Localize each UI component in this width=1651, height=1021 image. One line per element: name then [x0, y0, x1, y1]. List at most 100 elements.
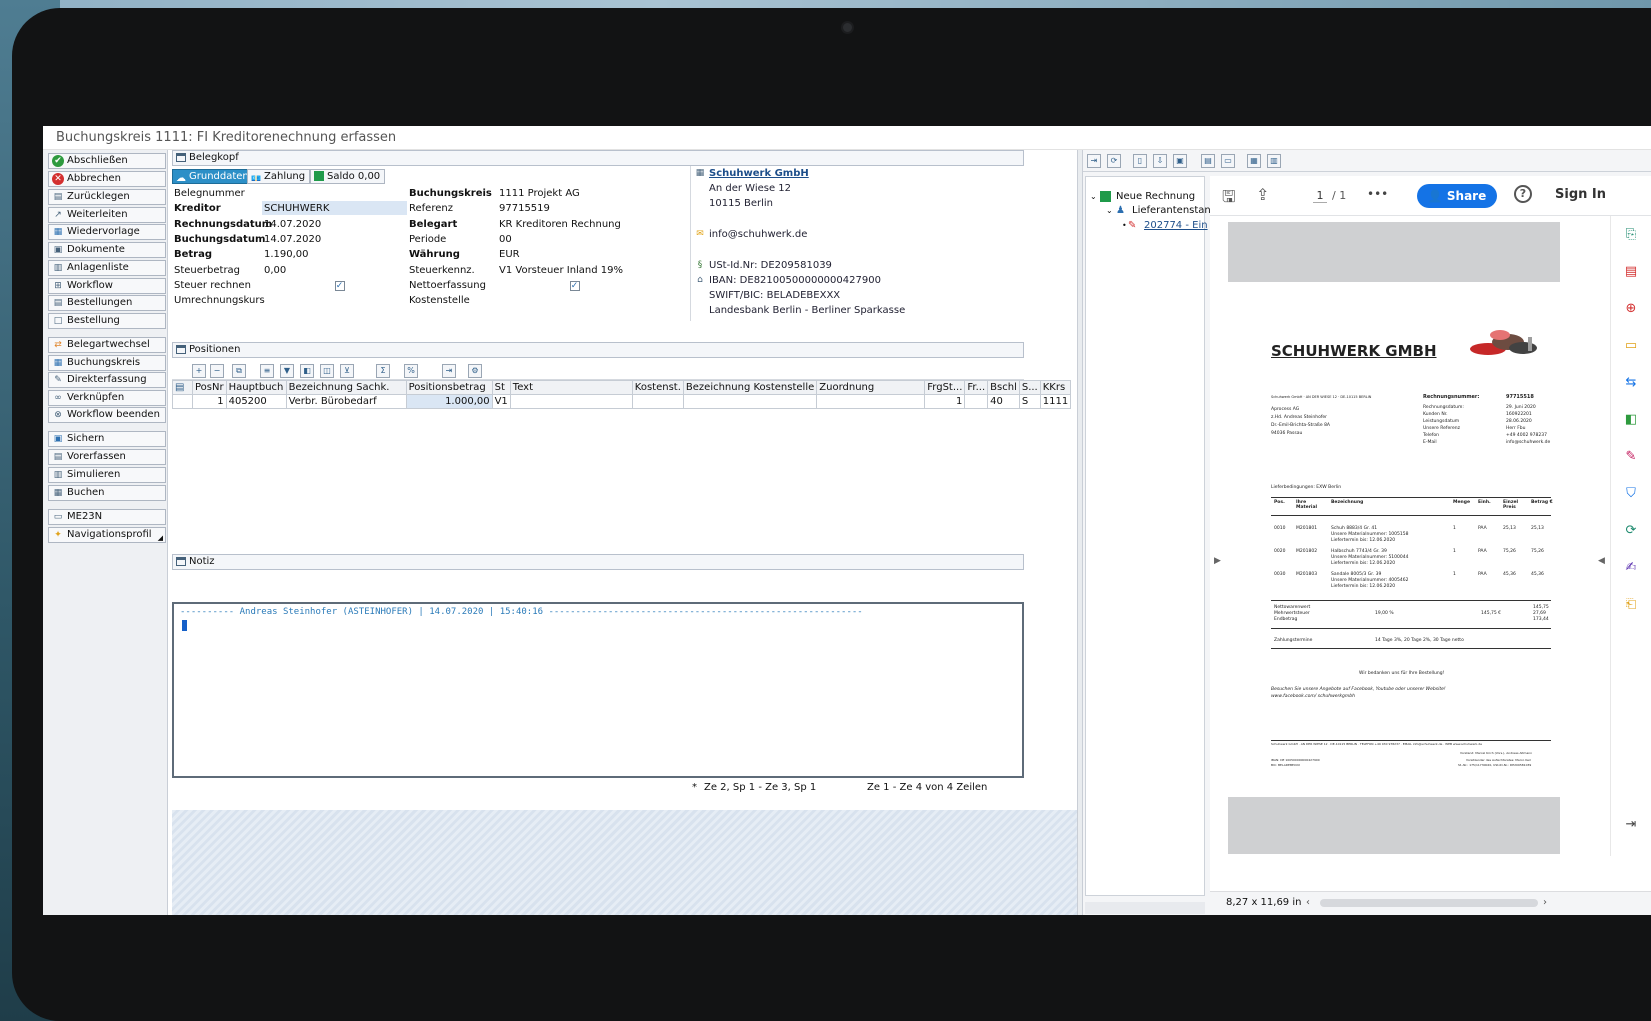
buchungskreis-button[interactable]: ▦ Buchungskreis: [48, 355, 166, 371]
me23n-button[interactable]: ▭ ME23N: [48, 509, 166, 525]
column-header[interactable]: PosNr: [192, 380, 227, 395]
organize-pages-icon[interactable]: ▤: [1622, 263, 1640, 281]
bestellung-button[interactable]: □ Bestellung: [48, 313, 166, 329]
copy-row-icon[interactable]: ⧉: [232, 364, 246, 378]
settings-icon[interactable]: ⚙: [468, 364, 482, 378]
page-number-input[interactable]: 1: [1313, 189, 1327, 203]
vendor-email[interactable]: info@schuhwerk.de: [709, 229, 807, 240]
field-value[interactable]: SCHUHWERK: [262, 201, 407, 216]
more-icon[interactable]: •••: [1367, 187, 1388, 201]
dokumente-button[interactable]: ▣ Dokumente: [48, 242, 166, 258]
zurücklegen-button[interactable]: ▤ Zurücklegen: [48, 189, 166, 205]
field-value[interactable]: EUR: [497, 247, 642, 261]
tab-zahlung[interactable]: 💶 Zahlung: [247, 169, 311, 184]
column-header[interactable]: Zuordnung: [816, 380, 926, 395]
expand-left-icon[interactable]: ▶: [1214, 556, 1221, 566]
table-cell[interactable]: [509, 394, 633, 409]
sign-in-link[interactable]: Sign In: [1555, 187, 1606, 202]
table-cell[interactable]: 1111: [1039, 394, 1072, 409]
bestellungen-button[interactable]: ▤ Bestellungen: [48, 295, 166, 311]
horizontal-scrollbar[interactable]: [1320, 899, 1538, 907]
positionen-header[interactable]: Positionen: [172, 342, 1024, 358]
scroll-right-icon[interactable]: ›: [1543, 892, 1547, 914]
column-header[interactable]: Hauptbuch: [225, 380, 287, 395]
filter-icon[interactable]: ⊻: [340, 364, 354, 378]
download-icon[interactable]: ⇩: [1153, 154, 1167, 168]
tab-grunddaten[interactable]: ☁ Grunddaten: [172, 169, 254, 184]
comment-icon[interactable]: ▭: [1622, 337, 1640, 355]
column-header[interactable]: S...: [1018, 380, 1041, 395]
table-cell[interactable]: S: [1018, 394, 1041, 409]
filter-list-icon[interactable]: ▼: [280, 364, 294, 378]
collapse-icon[interactable]: ⌄: [1106, 205, 1113, 217]
save-icon[interactable]: ▣: [1173, 154, 1187, 168]
field-value[interactable]: 1111 Projekt AG: [497, 186, 642, 200]
window-icon[interactable]: ▭: [1221, 154, 1235, 168]
column-header[interactable]: Positionsbetrag: [405, 380, 493, 395]
verknüpfen-button[interactable]: ∞ Verknüpfen: [48, 390, 166, 406]
wiedervorlage-button[interactable]: ▦ Wiedervorlage: [48, 224, 166, 240]
field-value[interactable]: [262, 186, 407, 200]
grid-icon[interactable]: ▥: [1267, 154, 1281, 168]
table-cell[interactable]: [682, 394, 818, 409]
collapse-icon[interactable]: ⌄: [1090, 191, 1097, 203]
edit-pdf-icon[interactable]: ◧: [1622, 411, 1640, 429]
add-row-icon[interactable]: +: [192, 364, 206, 378]
checkbox[interactable]: ✓: [334, 280, 345, 291]
scroll-left-icon[interactable]: ‹: [1306, 892, 1310, 914]
expand-right-icon[interactable]: ◀: [1598, 556, 1605, 566]
notiz-textarea[interactable]: ---------- Andreas Steinhofer (ASTEINHOF…: [172, 602, 1024, 778]
tree-file[interactable]: 202774 - Ein: [1144, 220, 1208, 232]
tree-root[interactable]: Neue Rechnung: [1116, 191, 1195, 203]
share-button[interactable]: 👤 Share: [1417, 184, 1497, 208]
anlagenliste-button[interactable]: ▥ Anlagenliste: [48, 260, 166, 276]
column-header[interactable]: Bezeichnung Sachk.: [285, 380, 407, 395]
buchen-button[interactable]: ▦ Buchen: [48, 485, 166, 501]
workflow-beenden-button[interactable]: ⊗ Workflow beenden: [48, 407, 166, 423]
abbrechen-button[interactable]: ✕ Abbrechen: [48, 171, 166, 187]
column-header[interactable]: Kostenst.: [631, 380, 684, 395]
field-value[interactable]: 14.07.2020: [262, 217, 407, 231]
weiterleiten-button[interactable]: ↗ Weiterleiten: [48, 207, 166, 223]
column-header[interactable]: St: [491, 380, 511, 395]
find-icon[interactable]: ◫: [320, 364, 334, 378]
export-icon[interactable]: ⇥: [442, 364, 456, 378]
field-value[interactable]: 14.07.2020: [262, 232, 407, 246]
checkbox[interactable]: ✓: [569, 280, 580, 291]
archive-icon[interactable]: ▤: [1201, 154, 1215, 168]
field-value[interactable]: V1 Vorsteuer Inland 19%: [497, 263, 642, 277]
create-pdf-icon[interactable]: ⎘: [1622, 226, 1640, 244]
field-value[interactable]: 00: [497, 232, 642, 246]
column-header[interactable]: Text: [509, 380, 633, 395]
column-header[interactable]: Bschl: [987, 380, 1020, 395]
belegkopf-header[interactable]: Belegkopf: [172, 150, 1024, 166]
field-value[interactable]: 1.190,00: [262, 247, 407, 261]
table-cell[interactable]: 405200: [225, 394, 287, 409]
collapse-panel-icon[interactable]: ⇥: [1087, 154, 1101, 168]
row-selector[interactable]: [172, 394, 193, 409]
scan-icon[interactable]: ▦: [1247, 154, 1261, 168]
column-header[interactable]: KKrs: [1039, 380, 1072, 395]
table-cell[interactable]: 1.000,00: [405, 394, 493, 409]
more-tools-icon[interactable]: ⎗: [1622, 596, 1640, 614]
tree-child[interactable]: Lieferantenstan: [1132, 205, 1211, 217]
tree-scrollbar[interactable]: [1085, 902, 1205, 914]
belegartwechsel-button[interactable]: ⇄ Belegartwechsel: [48, 337, 166, 353]
field-value[interactable]: KR Kreditoren Rechnung: [497, 217, 642, 231]
new-document-icon[interactable]: ▯: [1133, 154, 1147, 168]
column-header[interactable]: Fr...: [964, 380, 989, 395]
sum-icon[interactable]: Σ: [376, 364, 390, 378]
navigationsprofil-button[interactable]: ✦ Navigationsprofil ◢: [48, 527, 166, 543]
column-header[interactable]: Bezeichnung Kostenstelle: [682, 380, 818, 395]
notiz-header[interactable]: Notiz: [172, 554, 1024, 570]
upload-icon[interactable]: ⇪: [1256, 185, 1269, 204]
table-cell[interactable]: Verbr. Bürobedarf: [285, 394, 407, 409]
table-cell[interactable]: 40: [987, 394, 1020, 409]
table-cell[interactable]: [816, 394, 926, 409]
percent-icon[interactable]: %: [404, 364, 418, 378]
field-value[interactable]: [262, 293, 407, 307]
field-value[interactable]: [497, 293, 642, 307]
export-pdf-icon[interactable]: ⊕: [1622, 300, 1640, 318]
align-icon[interactable]: ≡: [260, 364, 274, 378]
table-cell[interactable]: V1: [491, 394, 511, 409]
